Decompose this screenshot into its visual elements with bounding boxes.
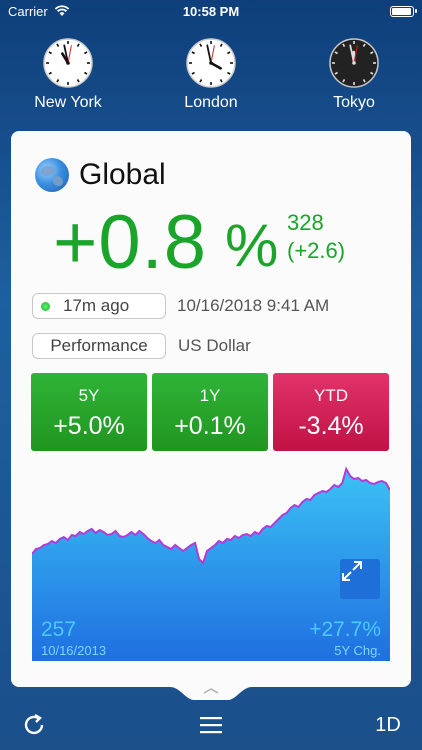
clock-london[interactable]: London [156,38,266,112]
world-clocks: New York London Tokyo [0,38,422,118]
period-value: +5.0% [53,412,125,440]
range-button[interactable]: 1D [366,700,410,750]
status-left: Carrier [8,4,70,19]
performance-toggle[interactable]: Performance [32,333,166,359]
period-label: 5Y [78,386,100,405]
menu-icon [200,717,222,734]
period-label: 1Y [199,386,221,405]
expand-chart-button[interactable] [340,559,380,599]
live-dot-icon [41,302,50,311]
battery-icon [390,5,417,17]
updated-badge[interactable]: 17m ago [32,293,166,319]
status-bar: Carrier 10:58 PM [0,0,422,22]
performance-label: Performance [50,336,148,355]
clock-face-icon [186,38,236,88]
menu-button[interactable] [191,700,231,750]
range-label: 1D [375,713,401,736]
points-change: (+2.6) [287,238,346,263]
clock-city-label: Tokyo [333,94,375,111]
updated-label: 17m ago [63,296,130,315]
drawer-handle[interactable] [170,687,252,701]
points-value: 328 [287,210,324,235]
index-card: Global +0.8 % 328 (+2.6) 17m ago 10/16/2… [11,131,411,687]
bottom-toolbar: 1D [0,700,422,750]
card-header: Global [35,158,166,192]
performance-chart[interactable]: 257 10/16/2013 +27.7% 5Y Chg. [32,461,390,661]
chart-start-value: 257 [41,618,77,641]
clock-new-york[interactable]: New York [13,38,123,112]
clock-tokyo[interactable]: Tokyo [299,38,409,112]
period-1y-button[interactable]: 1Y +0.1% [152,373,268,451]
period-label: YTD [314,386,348,405]
battery-fill [392,7,411,15]
clock-face-icon [43,38,93,88]
points-block: 328 (+2.6) [287,209,345,265]
clock-city-label: New York [34,94,102,111]
wifi-icon [54,5,69,16]
change-value: +0.8 [53,200,208,285]
chart-start-date: 10/16/2013 [41,643,107,658]
chart-change-label: 5Y Chg. [334,643,381,658]
clock-city-label: London [184,94,238,111]
change-unit: % [225,212,279,279]
period-ytd-button[interactable]: YTD -3.4% [273,373,389,451]
refresh-icon [24,713,44,735]
globe-icon [35,158,69,192]
expand-icon [342,561,362,581]
currency-label: US Dollar [178,336,251,355]
chart-change-value: +27.7% [309,618,381,641]
region-title: Global [79,158,166,191]
period-value: -3.4% [298,412,364,440]
period-value: +0.1% [174,412,246,440]
refresh-button[interactable] [14,700,54,750]
carrier-label: Carrier [8,3,48,19]
timestamp: 10/16/2018 9:41 AM [177,296,330,315]
clock-face-icon [329,38,379,88]
period-5y-button[interactable]: 5Y +5.0% [31,373,147,451]
